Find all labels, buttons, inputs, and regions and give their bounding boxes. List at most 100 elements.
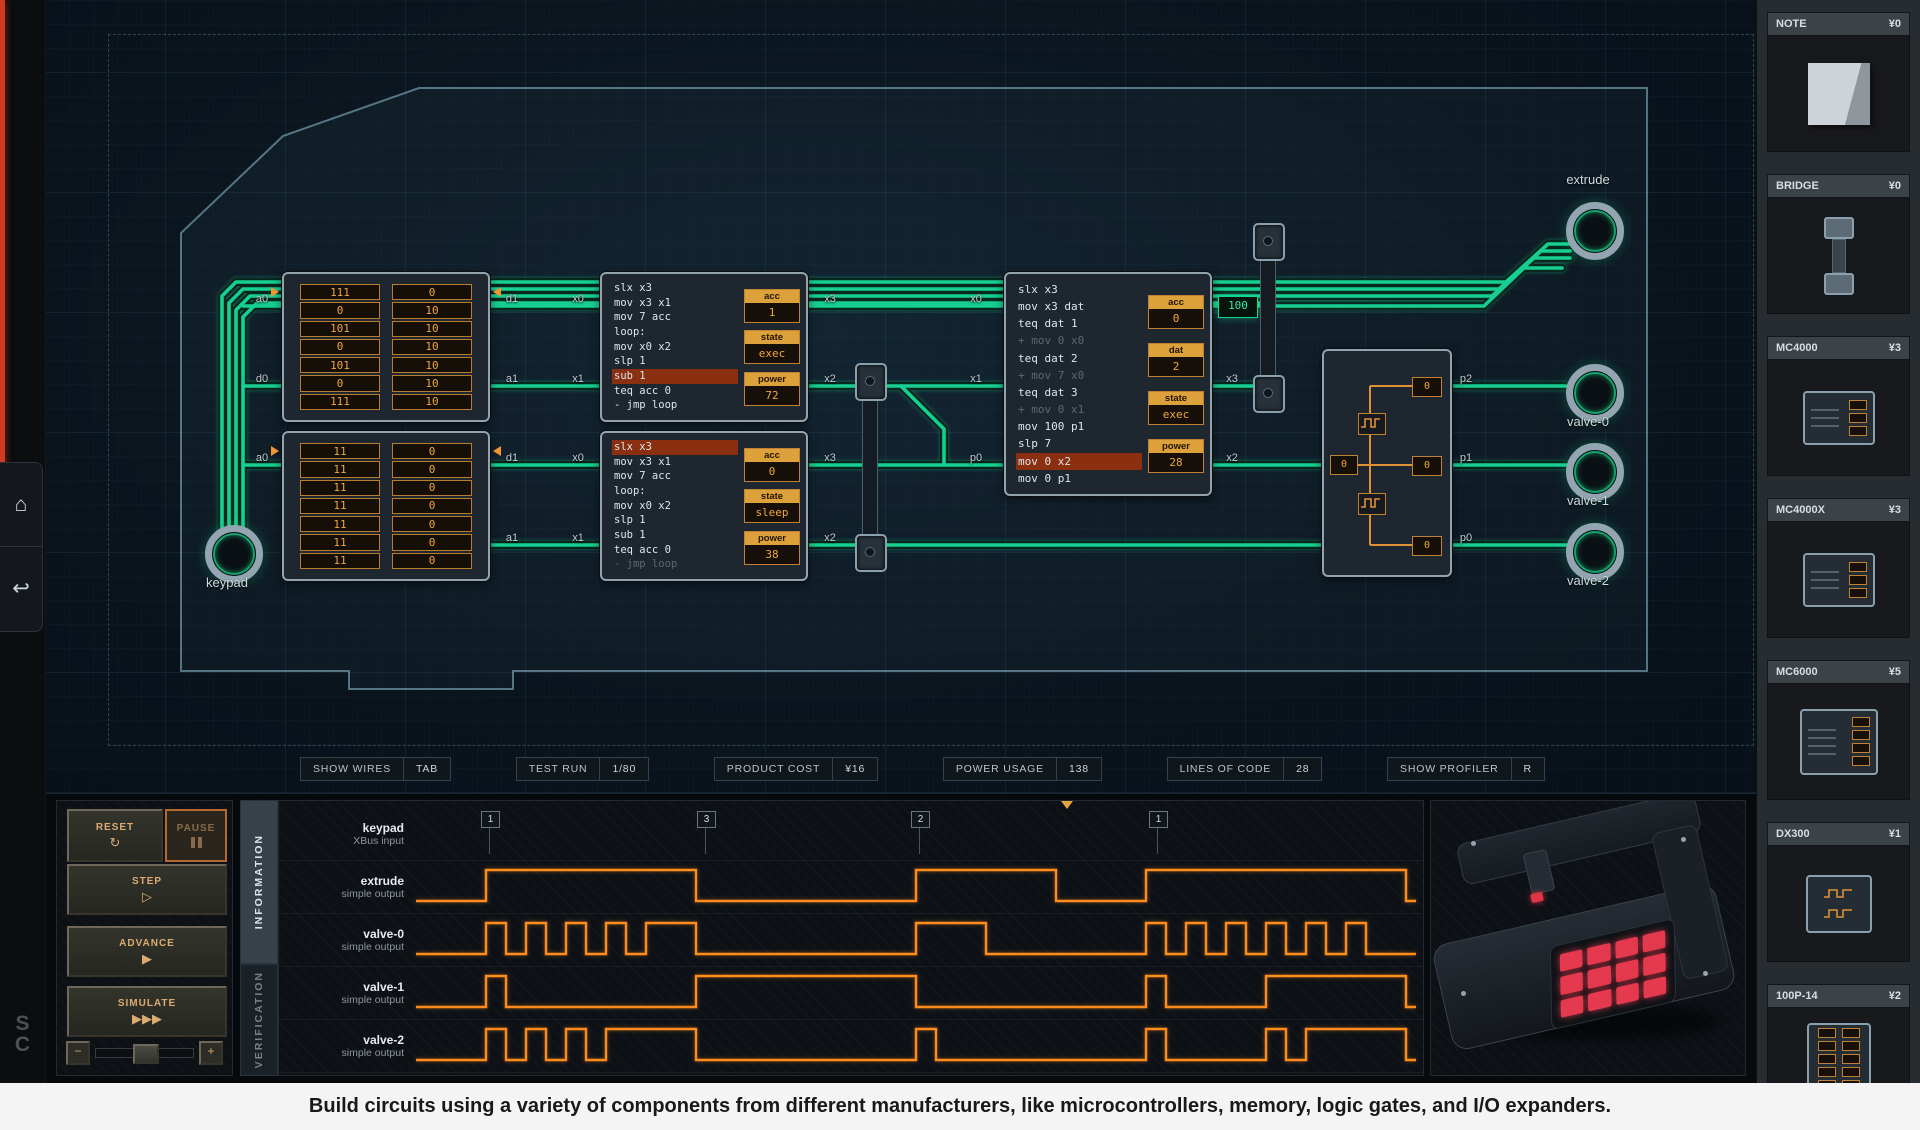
faster-button[interactable]: + bbox=[199, 1041, 223, 1065]
memory-cell: 10 bbox=[392, 321, 472, 337]
io-node-hole bbox=[1574, 531, 1616, 573]
status-label: SHOW WIRES bbox=[301, 758, 403, 780]
code-lines-icon bbox=[1811, 571, 1839, 589]
code-editor[interactable]: slx x3mov x3 datteq dat 1+ mov 0 x0teq d… bbox=[1016, 281, 1142, 487]
bridge-connector[interactable] bbox=[855, 534, 887, 572]
part-mc6000[interactable]: MC6000¥5 bbox=[1767, 660, 1910, 800]
part-mc4000[interactable]: MC4000¥3 bbox=[1767, 336, 1910, 476]
register-label: power bbox=[745, 373, 799, 386]
pin-label-x2: x2 bbox=[824, 532, 836, 544]
pin-label-p0: p0 bbox=[970, 452, 982, 464]
code-editor[interactable]: slx x3mov x3 x1mov 7 accloop:mov x0 x2sl… bbox=[612, 440, 738, 572]
memory-cell: 0 bbox=[392, 516, 472, 532]
xbus-marker-stem bbox=[1157, 825, 1158, 854]
register-label: state bbox=[1149, 392, 1203, 405]
status-test-run[interactable]: TEST RUN1/80 bbox=[516, 757, 649, 781]
memory-chip-2[interactable]: 111111111111110000000 bbox=[282, 431, 490, 581]
wave-label-valve-0: valve-0simple output bbox=[279, 913, 416, 966]
xbus-marker-stem bbox=[919, 825, 920, 854]
part-bridge[interactable]: BRIDGE¥0 bbox=[1767, 174, 1910, 314]
wave-label-extrude: extrudesimple output bbox=[279, 860, 416, 913]
code-line: sub 1 bbox=[612, 528, 738, 543]
dx300-chip[interactable]: 0000 bbox=[1322, 349, 1452, 577]
part-price: ¥1 bbox=[1889, 828, 1901, 840]
part-mc4000x[interactable]: MC4000X¥3 bbox=[1767, 498, 1910, 638]
io-node-extrude bbox=[1566, 202, 1624, 260]
status-show-profiler[interactable]: SHOW PROFILERR bbox=[1387, 757, 1545, 781]
memory-chip-1[interactable]: 1110101010101110101010101010 bbox=[282, 272, 490, 422]
status-lines-of-code[interactable]: LINES OF CODE28 bbox=[1167, 757, 1323, 781]
wave-row-keypad: keypadXBus input1321 bbox=[279, 807, 1424, 861]
code-line: slx x3 bbox=[612, 440, 738, 455]
memory-cell: 11 bbox=[300, 461, 380, 477]
wave-row-valve-0: valve-0simple output bbox=[279, 913, 1424, 967]
mc4000-preview-icon bbox=[1803, 553, 1875, 607]
mcu-chip-2[interactable]: slx x3mov x3 x1mov 7 accloop:mov x0 x2sl… bbox=[600, 431, 808, 581]
dx300-output-value: 0 bbox=[1412, 377, 1442, 397]
tab-information[interactable]: INFORMATION bbox=[240, 800, 278, 964]
register-label: power bbox=[1149, 440, 1203, 453]
advance-button[interactable]: ADVANCE▶ bbox=[67, 926, 227, 977]
keypad-button bbox=[1588, 989, 1611, 1012]
pulse-gate-icon bbox=[1822, 907, 1856, 921]
part-dx300[interactable]: DX300¥1 bbox=[1767, 822, 1910, 962]
pin-label-x0: x0 bbox=[572, 293, 584, 305]
status-product-cost[interactable]: PRODUCT COST¥16 bbox=[714, 757, 878, 781]
pin-label-x2: x2 bbox=[1226, 452, 1238, 464]
navigation-pad: ⌂ ↩ bbox=[0, 462, 43, 632]
memory-cell: 11 bbox=[300, 498, 380, 514]
bolt-dot bbox=[1461, 991, 1466, 996]
status-show-wires[interactable]: SHOW WIRESTAB bbox=[300, 757, 451, 781]
register-label: power bbox=[745, 532, 799, 545]
register-value: 0 bbox=[1149, 309, 1203, 328]
step-button[interactable]: STEP▷ bbox=[67, 864, 227, 915]
bridge-connector[interactable] bbox=[1253, 375, 1285, 413]
undo-icon[interactable]: ↩ bbox=[0, 547, 42, 630]
code-line: mov x0 x2 bbox=[612, 499, 738, 514]
mcu-chip-3[interactable]: slx x3mov x3 datteq dat 1+ mov 0 x0teq d… bbox=[1004, 272, 1212, 496]
part-name: BRIDGE bbox=[1776, 180, 1819, 192]
xbus-value-marker: 1 bbox=[481, 811, 500, 828]
keypad-button bbox=[1560, 972, 1583, 995]
memory-cell: 0 bbox=[392, 480, 472, 496]
keypad-button bbox=[1642, 930, 1665, 953]
dx300-input-value: 0 bbox=[1330, 455, 1358, 475]
memory-cell: 0 bbox=[392, 284, 472, 300]
pause-button[interactable]: PAUSE bbox=[165, 809, 227, 862]
part-note[interactable]: NOTE¥0 bbox=[1767, 12, 1910, 152]
bridge-connector[interactable] bbox=[1253, 223, 1285, 261]
pin-label-a0: a0 bbox=[256, 452, 268, 464]
io-node-hole bbox=[1574, 372, 1616, 414]
bridge-connector[interactable] bbox=[855, 363, 887, 401]
memory-cell: 10 bbox=[392, 375, 472, 391]
pin-label-x3: x3 bbox=[824, 293, 836, 305]
pulse-gate-icon bbox=[1822, 887, 1856, 901]
memory-column: 0101010101010 bbox=[392, 284, 472, 410]
status-power-usage[interactable]: POWER USAGE138 bbox=[943, 757, 1102, 781]
reset-button[interactable]: RESET↻ bbox=[67, 809, 163, 862]
part-100p-14[interactable]: 100P-14¥2 bbox=[1767, 984, 1910, 1083]
slider-handle[interactable] bbox=[133, 1044, 159, 1064]
pin-label-a1: a1 bbox=[506, 373, 518, 385]
part-header: 100P-14¥2 bbox=[1767, 984, 1910, 1008]
simulate-button[interactable]: SIMULATE▶▶▶ bbox=[67, 986, 227, 1037]
home-icon[interactable]: ⌂ bbox=[0, 463, 42, 546]
register-value: 72 bbox=[745, 386, 799, 405]
slower-button[interactable]: − bbox=[66, 1041, 90, 1065]
advance-icon: ▶ bbox=[142, 952, 152, 965]
mcu-chip-1[interactable]: slx x3mov x3 x1mov 7 accloop:mov x0 x2sl… bbox=[600, 272, 808, 422]
memory-column: 0000000 bbox=[392, 443, 472, 569]
code-editor[interactable]: slx x3mov x3 x1mov 7 accloop:mov x0 x2sl… bbox=[612, 281, 738, 413]
speed-slider[interactable] bbox=[95, 1048, 194, 1058]
status-bar: SHOW WIRESTAB TEST RUN1/80 PRODUCT COST¥16… bbox=[300, 757, 1545, 781]
code-line: + mov 7 x0 bbox=[1016, 367, 1142, 384]
code-line: slp 1 bbox=[612, 513, 738, 528]
tab-verification[interactable]: VERIFICATION bbox=[240, 964, 278, 1076]
wave-row-valve-2: valve-2simple output bbox=[279, 1019, 1424, 1073]
status-value: ¥16 bbox=[832, 758, 877, 780]
pause-icon bbox=[191, 837, 202, 848]
status-value: 28 bbox=[1283, 758, 1321, 780]
shenzhen-io-game: keypadextrudevalve-0valve-1valve-2a0d0a0… bbox=[0, 0, 1920, 1130]
io-label-valve-2: valve-2 bbox=[1528, 573, 1648, 588]
part-header: MC4000X¥3 bbox=[1767, 498, 1910, 522]
